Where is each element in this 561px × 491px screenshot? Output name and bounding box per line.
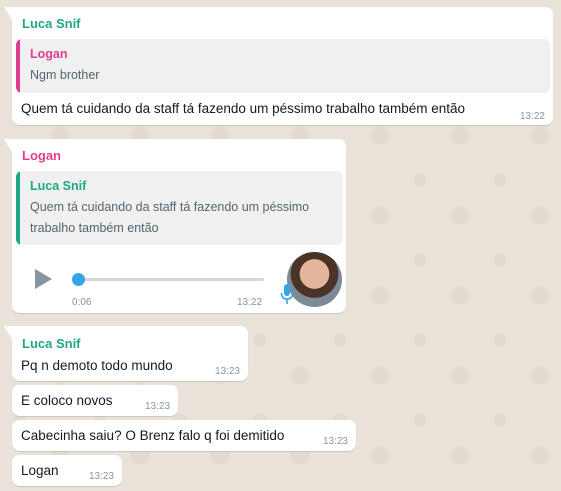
sender-name[interactable]: Luca Snif — [22, 16, 81, 31]
microphone-icon — [280, 284, 294, 304]
audio-progress-knob[interactable] — [72, 273, 85, 286]
message-bubble[interactable]: Cabecinha saiu? O Brenz falo q foi demit… — [12, 420, 356, 451]
quoted-author: Luca Snif — [30, 179, 87, 193]
audio-progress-track[interactable] — [76, 278, 264, 281]
sender-name[interactable]: Logan — [22, 148, 61, 163]
quoted-message[interactable]: Luca Snif Quem tá cuidando da staff tá f… — [16, 171, 343, 245]
message-time: 13:22 — [519, 111, 545, 122]
message-bubble[interactable]: Luca Snif Logan Ngm brother Quem tá cuid… — [4, 7, 553, 125]
quoted-text-line-1: Quem tá cuidando da staff tá fazendo um … — [30, 200, 310, 214]
voice-message-bubble[interactable]: Logan Luca Snif Quem tá cuidando da staf… — [4, 139, 346, 313]
message-bubble[interactable]: E coloco novos 13:23 — [12, 385, 178, 416]
message-text: E coloco novos — [21, 393, 113, 408]
bubble-tail — [4, 326, 12, 339]
audio-elapsed: 0:06 — [72, 297, 92, 308]
message-text: Pq n demoto todo mundo — [21, 358, 173, 373]
quoted-text: Ngm brother — [30, 68, 100, 82]
message-text: Quem tá cuidando da staff tá fazendo um … — [21, 101, 466, 116]
message-text: Logan — [21, 463, 59, 478]
message-bubble[interactable]: Luca Snif Pq n demoto todo mundo 13:23 — [4, 326, 248, 381]
message-text: Cabecinha saiu? O Brenz falo q foi demit… — [21, 428, 285, 443]
message-time: 13:23 — [88, 471, 114, 482]
avatar[interactable] — [287, 252, 342, 307]
message-time: 13:23 — [144, 401, 170, 412]
sender-name[interactable]: Luca Snif — [22, 336, 81, 351]
play-icon[interactable] — [35, 269, 52, 289]
message-time: 13:23 — [322, 436, 348, 447]
quote-bar — [16, 39, 20, 93]
message-bubble[interactable]: Logan 13:23 — [12, 455, 122, 486]
quoted-message[interactable]: Logan Ngm brother — [16, 39, 550, 93]
message-time: 13:23 — [214, 366, 240, 377]
bubble-tail — [4, 139, 12, 152]
quoted-author: Logan — [30, 47, 68, 61]
quote-bar — [16, 171, 20, 245]
message-time: 13:22 — [237, 297, 263, 308]
quoted-text-line-2: trabalho também então — [30, 221, 159, 235]
bubble-tail — [4, 7, 12, 20]
